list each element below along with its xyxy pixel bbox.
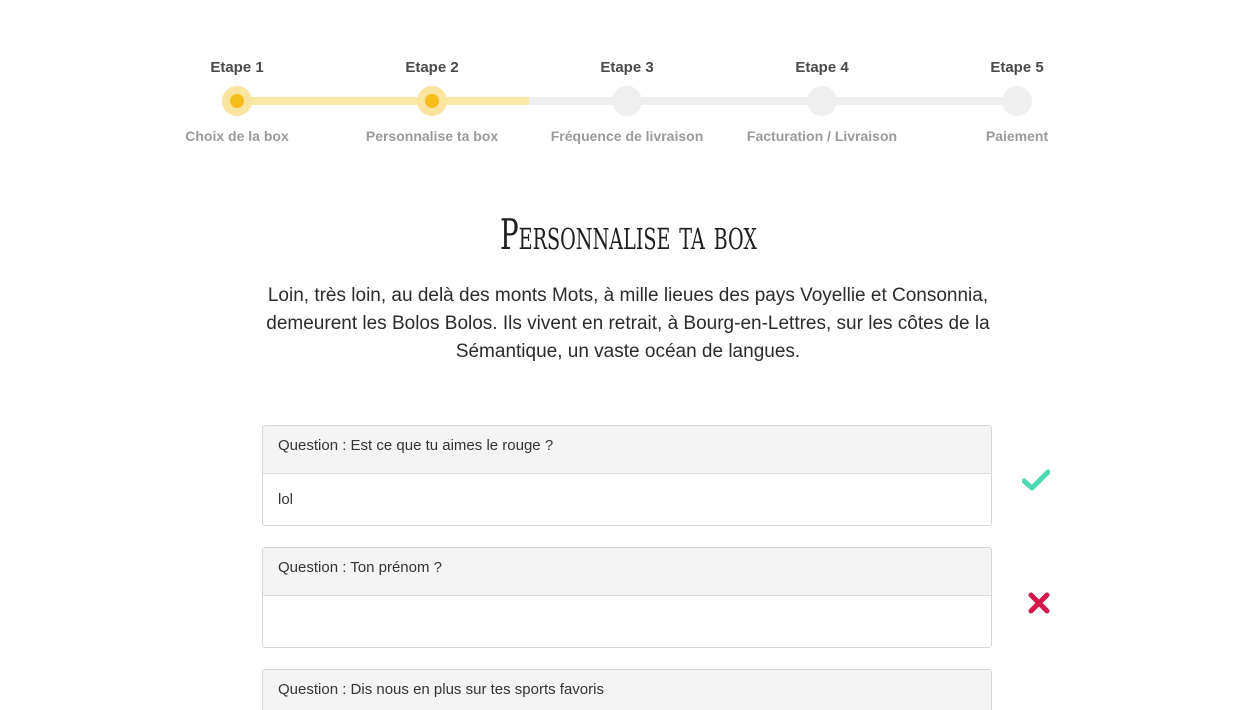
progress-stepper: Etape 1 Choix de la box Etape 2 Personna… — [0, 0, 1257, 160]
step-pending-dot-icon — [1002, 86, 1032, 116]
answer-input[interactable] — [263, 596, 991, 647]
step-title: Etape 2 — [405, 59, 459, 76]
check-icon — [1022, 469, 1050, 491]
step-label: Personnalise ta box — [365, 128, 499, 144]
step-label: Choix de la box — [185, 128, 289, 144]
question-label: Question : Dis nous en plus sur tes spor… — [263, 670, 991, 710]
question-label: Question : Est ce que tu aimes le rouge … — [263, 426, 991, 474]
page: Etape 1 Choix de la box Etape 2 Personna… — [0, 0, 1257, 710]
step-title: Etape 3 — [600, 59, 654, 76]
question-card: Question : Ton prénom ? — [262, 547, 992, 648]
stepper-track-progress — [237, 97, 529, 105]
step-done-dot-icon — [222, 86, 252, 116]
question-card: Question : Dis nous en plus sur tes spor… — [262, 669, 992, 710]
step-done-dot-icon — [417, 86, 447, 116]
step-pending-dot-icon — [612, 86, 642, 116]
step-title: Etape 1 — [210, 59, 264, 76]
step-label: Paiement — [985, 128, 1049, 144]
step-title: Etape 5 — [990, 59, 1044, 76]
page-title: Personnalise ta box — [499, 210, 758, 259]
cross-icon — [1028, 592, 1050, 614]
step-label: Facturation / Livraison — [746, 128, 898, 144]
intro-paragraph: Loin, très loin, au delà des monts Mots,… — [266, 285, 990, 362]
step-pending-dot-icon — [807, 86, 837, 116]
answer-input[interactable] — [263, 474, 991, 525]
step-label: Fréquence de livraison — [550, 128, 704, 144]
question-card: Question : Est ce que tu aimes le rouge … — [262, 425, 992, 526]
question-label: Question : Ton prénom ? — [263, 548, 991, 596]
step-title: Etape 4 — [795, 59, 849, 76]
